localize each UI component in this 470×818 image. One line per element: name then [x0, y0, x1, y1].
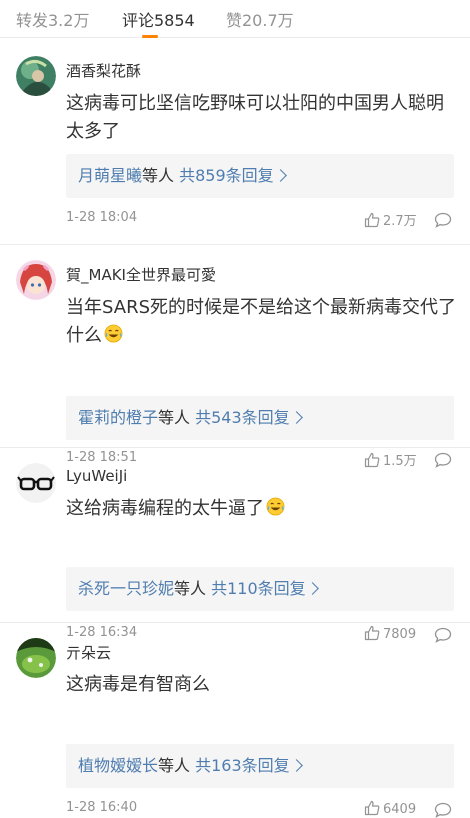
reply-user-name[interactable]: 霍莉的橙子: [78, 408, 158, 427]
thumbs-up-icon: [364, 452, 380, 468]
comment-username[interactable]: 酒香梨花酥: [66, 60, 141, 81]
reply-count[interactable]: 共859条回复: [179, 166, 274, 185]
chevron-right-icon: [289, 759, 303, 772]
avatar-green-portrait-icon: [16, 56, 56, 96]
comment-time: 1-28 18:04: [66, 210, 138, 225]
comment-text: 这病毒是有智商么: [66, 671, 460, 699]
user-avatar[interactable]: [16, 260, 56, 300]
reply-comment-icon[interactable]: [434, 212, 452, 228]
chevron-right-icon: [289, 411, 303, 424]
reply-count[interactable]: 共543条回复: [195, 408, 290, 427]
divider: [0, 244, 470, 245]
comment-text: 这病毒可比坚信吃野味可以壮阳的中国男人聪明太多了: [66, 90, 460, 146]
comment-text: 当年SARS死的时候是不是给这个最新病毒交代了什么: [66, 294, 460, 350]
user-avatar[interactable]: [16, 463, 56, 503]
divider: [0, 622, 470, 623]
like-count: 7809: [383, 627, 417, 642]
comment-tabs: 转发3.2万 评论5854 赞20.7万: [0, 0, 470, 38]
comment-username[interactable]: 賀_MAKI全世界最可愛: [66, 264, 216, 285]
thumbs-up-icon: [364, 800, 380, 816]
reply-mid-text: 等人: [158, 408, 196, 427]
thumbs-up-icon: [364, 625, 380, 641]
avatar-anime-girl-icon: [16, 260, 56, 300]
reply-count[interactable]: 共163条回复: [195, 756, 290, 775]
reply-summary[interactable]: 月萌星曦等人 共859条回复: [66, 154, 454, 198]
like-count: 2.7万: [383, 214, 417, 229]
comment-time: 1-28 16:40: [66, 800, 138, 815]
reply-mid-text: 等人: [158, 756, 196, 775]
reply-mid-text: 等人: [174, 579, 212, 598]
comment-text: 这给病毒编程的太牛逼了: [66, 495, 460, 523]
reply-user-name[interactable]: 植物嫒嫒长: [78, 756, 158, 775]
active-tab-indicator: [142, 35, 158, 38]
reply-comment-icon[interactable]: [434, 627, 452, 643]
comment-text-content: 当年SARS死的时候是不是给这个最新病毒交代了什么: [66, 297, 457, 346]
tab-reposts[interactable]: 转发3.2万: [16, 7, 89, 31]
chevron-right-icon: [273, 169, 287, 182]
user-avatar[interactable]: [16, 638, 56, 678]
comment-username[interactable]: LyuWeiJi: [66, 467, 127, 485]
comment-time: 1-28 18:51: [66, 450, 138, 465]
comment-username[interactable]: 亓朵云: [66, 642, 111, 663]
reply-summary[interactable]: 霍莉的橙子等人 共543条回复: [66, 396, 454, 440]
like-button[interactable]: 2.7万: [364, 210, 417, 229]
reply-summary[interactable]: 杀死一只珍妮等人 共110条回复: [66, 567, 454, 611]
comment-text-content: 这病毒可比坚信吃野味可以壮阳的中国男人聪明太多了: [66, 93, 444, 142]
reply-comment-icon[interactable]: [434, 452, 452, 468]
thumbs-up-icon: [364, 212, 380, 228]
reply-summary[interactable]: 植物嫒嫒长等人 共163条回复: [66, 744, 454, 788]
comment-text-content: 这病毒是有智商么: [66, 674, 210, 695]
comment-time: 1-28 16:34: [66, 625, 138, 640]
avatar-green-field-icon: [16, 638, 56, 678]
like-button[interactable]: 7809: [364, 625, 416, 642]
like-button[interactable]: 1.5万: [364, 450, 417, 469]
reply-count[interactable]: 共110条回复: [211, 579, 306, 598]
tab-comments[interactable]: 评论5854: [122, 7, 195, 31]
like-count: 6409: [383, 802, 417, 817]
reply-user-name[interactable]: 杀死一只珍妮: [78, 579, 174, 598]
user-avatar[interactable]: [16, 56, 56, 96]
comment-text-content: 这给病毒编程的太牛逼了: [66, 498, 264, 519]
laugh-cry-emoji-icon: [104, 324, 123, 343]
reply-comment-icon[interactable]: [434, 802, 452, 818]
like-button[interactable]: 6409: [364, 800, 416, 817]
laugh-cry-emoji-icon: [266, 497, 285, 516]
reply-mid-text: 等人: [142, 166, 180, 185]
reply-user-name[interactable]: 月萌星曦: [78, 166, 142, 185]
like-count: 1.5万: [383, 454, 417, 469]
avatar-glasses-icon: [16, 463, 56, 503]
tab-likes[interactable]: 赞20.7万: [226, 7, 294, 31]
chevron-right-icon: [305, 582, 319, 595]
divider: [0, 447, 470, 448]
